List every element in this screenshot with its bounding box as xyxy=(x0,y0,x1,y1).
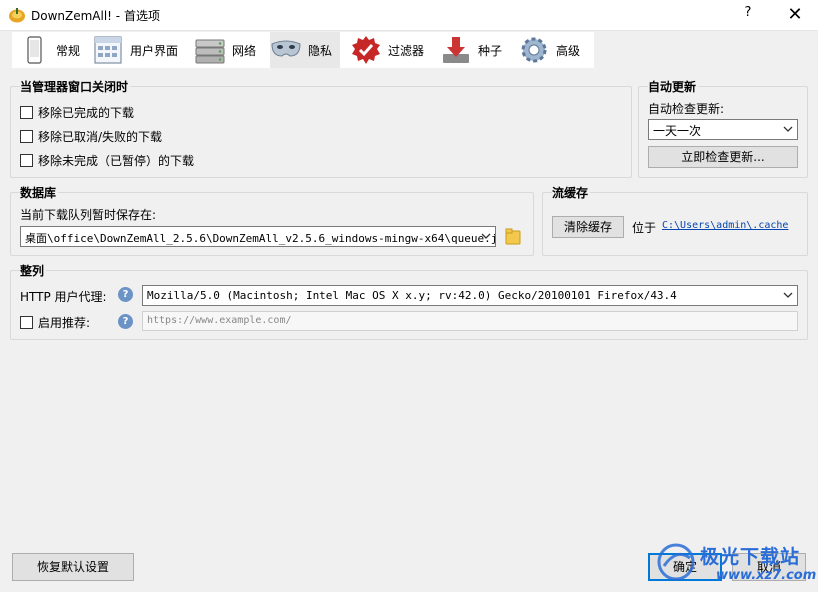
tab-network[interactable]: 网络 xyxy=(194,32,256,68)
queue-location-label: 当前下载队列暂时保存在: xyxy=(20,208,157,222)
help-icon[interactable]: ? xyxy=(118,287,133,302)
checkbox-box[interactable] xyxy=(20,130,33,143)
auto-check-label: 自动检查更新: xyxy=(648,102,725,116)
user-agent-select[interactable]: Mozilla/5.0 (Macintosh; Intel Mac OS X x… xyxy=(142,285,798,306)
database-title: 数据库 xyxy=(20,184,59,201)
phone-icon xyxy=(27,36,42,64)
help-button[interactable]: ? xyxy=(734,5,762,25)
remove-completed-checkbox[interactable]: 移除已完成的下载 xyxy=(20,104,134,121)
chevron-down-icon xyxy=(783,126,793,132)
checkbox-label: 移除已取消/失败的下载 xyxy=(38,130,163,144)
tab-torrent[interactable]: 种子 xyxy=(440,32,502,68)
server-icon xyxy=(195,39,225,64)
user-agent-label: HTTP 用户代理: xyxy=(20,290,107,304)
update-frequency-value: 一天一次 xyxy=(653,124,702,138)
checkbox-box[interactable] xyxy=(20,316,33,329)
tab-label: 常规 xyxy=(56,43,81,58)
chevron-down-icon xyxy=(783,292,793,298)
tab-label: 隐私 xyxy=(308,43,333,58)
checkbox-label: 移除未完成（已暂停）的下载 xyxy=(38,154,195,168)
stream-cache-title: 流缓存 xyxy=(552,184,591,201)
auto-update-title: 自动更新 xyxy=(648,78,699,95)
watermark-title: 极光下载站 xyxy=(700,546,801,568)
checkbox-box[interactable] xyxy=(20,154,33,167)
tab-user-interface[interactable]: 用户界面 xyxy=(92,32,178,68)
app-icon xyxy=(9,8,25,23)
watermark: 极光下载站 www.xz7.com xyxy=(656,540,817,586)
located-label: 位于 xyxy=(632,221,657,235)
clear-cache-button[interactable]: 清除缓存 xyxy=(552,216,624,238)
tab-privacy[interactable]: 隐私 xyxy=(270,32,341,68)
tab-advanced[interactable]: 高级 xyxy=(518,32,580,68)
checkbox-box[interactable] xyxy=(20,106,33,119)
calculator-icon xyxy=(94,36,122,64)
remove-canceled-checkbox[interactable]: 移除已取消/失败的下载 xyxy=(20,128,162,145)
checkbox-label: 启用推荐: xyxy=(38,316,91,330)
check-now-button[interactable]: 立即检查更新... xyxy=(648,146,798,168)
tab-label: 种子 xyxy=(478,43,503,58)
tab-label: 过滤器 xyxy=(388,43,425,58)
gear-icon xyxy=(521,37,547,63)
referer-input[interactable]: https://www.example.com/ xyxy=(142,311,798,331)
queue-path-select[interactable]: 桌面\office\DownZemAll_2.5.6\DownZemAll_v2… xyxy=(20,226,496,247)
close-button[interactable]: ✕ xyxy=(776,3,814,27)
checkbox-label: 移除已完成的下载 xyxy=(38,106,135,120)
watermark-logo-icon xyxy=(657,543,695,581)
folder-icon[interactable] xyxy=(505,227,521,245)
tab-label: 网络 xyxy=(232,43,257,58)
remove-incomplete-checkbox[interactable]: 移除未完成（已暂停）的下载 xyxy=(20,152,194,169)
tab-filters[interactable]: 过滤器 xyxy=(350,32,424,68)
user-agent-group-title: 整列 xyxy=(20,262,47,279)
preferences-toolbar: 常规 用户界面 网络 隐私 过滤器 种子 高级 xyxy=(12,32,594,68)
enable-referer-checkbox[interactable]: 启用推荐: xyxy=(20,314,90,331)
mask-icon xyxy=(271,40,301,57)
watermark-url: www.xz7.com xyxy=(716,568,817,583)
title-bar: DownZemAll! - 首选项 ? ✕ xyxy=(0,0,818,31)
badge-check-icon xyxy=(352,36,380,64)
tab-label: 用户界面 xyxy=(130,43,179,58)
chevron-down-icon xyxy=(481,233,491,239)
update-frequency-select[interactable]: 一天一次 xyxy=(648,119,798,140)
restore-defaults-button[interactable]: 恢复默认设置 xyxy=(12,553,134,581)
on-close-title: 当管理器窗口关闭时 xyxy=(20,78,131,95)
tab-label: 高级 xyxy=(556,43,581,58)
download-icon xyxy=(443,37,469,63)
window-title: DownZemAll! - 首选项 xyxy=(31,9,160,23)
tab-general[interactable]: 常规 xyxy=(18,32,80,68)
help-icon[interactable]: ? xyxy=(118,314,133,329)
queue-path-value: 桌面\office\DownZemAll_2.5.6\DownZemAll_v2… xyxy=(25,232,496,245)
user-agent-value: Mozilla/5.0 (Macintosh; Intel Mac OS X x… xyxy=(147,289,677,302)
cache-path-link[interactable]: C:\Users\admin\.cache xyxy=(662,220,788,231)
